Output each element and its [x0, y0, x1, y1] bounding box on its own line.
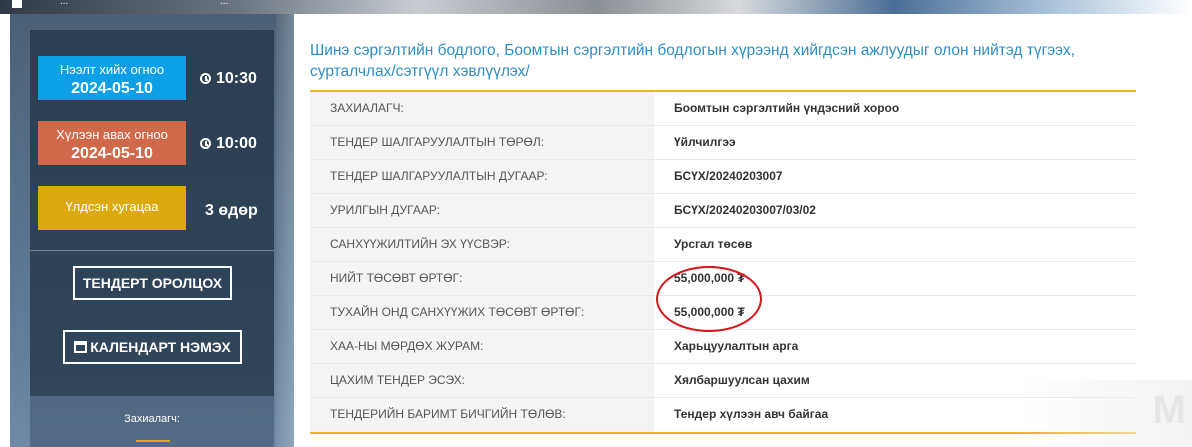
row-value: Харьцуулалтын арга [654, 330, 1136, 363]
table-row: ТЕНДЕРИЙН БАРИМТ БИЧГИЙН ТӨЛӨВ: Тендер х… [310, 398, 1136, 432]
table-row: ТЕНДЕР ШАЛГАРУУЛАЛТЫН ДУГААР: БСҮХ/20240… [310, 160, 1136, 194]
remaining-days: 3 өдөр [205, 202, 258, 219]
remaining-time-box: Үлдсэн хугацаа [38, 186, 186, 230]
row-key: УРИЛГЫН ДУГААР: [310, 194, 654, 227]
add-calendar-label: КАЛЕНДАРТ НЭМЭХ [90, 339, 231, 355]
row-value: Урсгал төсөв [654, 228, 1136, 261]
row-value: БСҮХ/20240203007 [654, 160, 1136, 193]
table-row: ЦАХИМ ТЕНДЕР ЭСЭХ: Хялбаршуулсан цахим [310, 364, 1136, 398]
row-key: САНХҮҮЖИЛТИЙН ЭХ ҮҮСВЭР: [310, 228, 654, 261]
client-underline [136, 440, 170, 442]
start-date-box: Нээлт хийх огноо 2024-05-10 [38, 56, 186, 100]
remaining-time-label: Үлдсэн хугацаа [65, 199, 159, 214]
start-time-value: 10:30 [216, 70, 257, 87]
top-banner: ... ... [0, 0, 1192, 14]
breadcrumb-item[interactable]: ... [60, 0, 68, 7]
end-time: 10:00 [200, 135, 280, 153]
sidebar-panel: Нээлт хийх огноо 2024-05-10 10:30 Хүлээн… [10, 14, 294, 447]
start-date-value: 2024-05-10 [71, 80, 153, 97]
row-key: ТЕНДЕРИЙН БАРИМТ БИЧГИЙН ТӨЛӨВ: [310, 398, 654, 432]
end-date-box: Хүлээн авах огноо 2024-05-10 [38, 121, 186, 165]
participate-tender-button[interactable]: ТЕНДЕРТ ОРОЛЦОХ [73, 266, 232, 300]
table-row: УРИЛГЫН ДУГААР: БСҮХ/20240203007/03/02 [310, 194, 1136, 228]
row-key: ХАА-НЫ МӨРДӨХ ЖУРАМ: [310, 330, 654, 363]
home-icon[interactable] [12, 0, 22, 8]
start-time: 10:30 [200, 70, 280, 88]
row-key: НИЙТ ТӨСӨВТ ӨРТӨГ: [310, 262, 654, 295]
clock-icon [200, 73, 211, 84]
tender-summary-panel: Нээлт хийх огноо 2024-05-10 10:30 Хүлээн… [30, 30, 274, 396]
row-key: ТЕНДЕР ШАЛГАРУУЛАЛТЫН ТӨРӨЛ: [310, 126, 654, 159]
row-key: ТУХАЙН ОНД САНХҮҮЖИХ ТӨСӨВТ ӨРТӨГ: [310, 296, 654, 329]
calendar-icon [74, 341, 88, 353]
end-time-value: 10:00 [216, 135, 257, 152]
table-row: ХАА-НЫ МӨРДӨХ ЖУРАМ: Харьцуулалтын арга [310, 330, 1136, 364]
table-row: САНХҮҮЖИЛТИЙН ЭХ ҮҮСВЭР: Урсгал төсөв [310, 228, 1136, 262]
divider [30, 250, 274, 251]
row-key: ЦАХИМ ТЕНДЕР ЭСЭХ: [310, 364, 654, 397]
breadcrumb-item[interactable]: ... [220, 0, 228, 7]
watermark: M [1020, 380, 1192, 447]
table-row: ЗАХИАЛАГЧ: Боомтын сэргэлтийн үндэсний х… [310, 92, 1136, 126]
row-key: ТЕНДЕР ШАЛГАРУУЛАЛТЫН ДУГААР: [310, 160, 654, 193]
budget-highlight-circle [656, 266, 762, 332]
start-date-label: Нээлт хийх огноо [59, 62, 165, 77]
end-date-label: Хүлээн авах огноо [56, 127, 168, 142]
tender-title: Шинэ сэргэлтийн бодлого, Боомтын сэргэлт… [310, 42, 1075, 80]
row-value: БСҮХ/20240203007/03/02 [654, 194, 1136, 227]
tender-details-table: ЗАХИАЛАГЧ: Боомтын сэргэлтийн үндэсний х… [310, 90, 1136, 434]
add-calendar-button[interactable]: КАЛЕНДАРТ НЭМЭХ [63, 330, 242, 364]
row-key: ЗАХИАЛАГЧ: [310, 92, 654, 125]
end-date-value: 2024-05-10 [71, 145, 153, 162]
clock-icon [200, 138, 211, 149]
client-label: Захиалагч: [124, 413, 180, 425]
row-value: Боомтын сэргэлтийн үндэсний хороо [654, 92, 1136, 125]
table-row: ТЕНДЕР ШАЛГАРУУЛАЛТЫН ТӨРӨЛ: Үйлчилгээ [310, 126, 1136, 160]
row-value: Үйлчилгээ [654, 126, 1136, 159]
